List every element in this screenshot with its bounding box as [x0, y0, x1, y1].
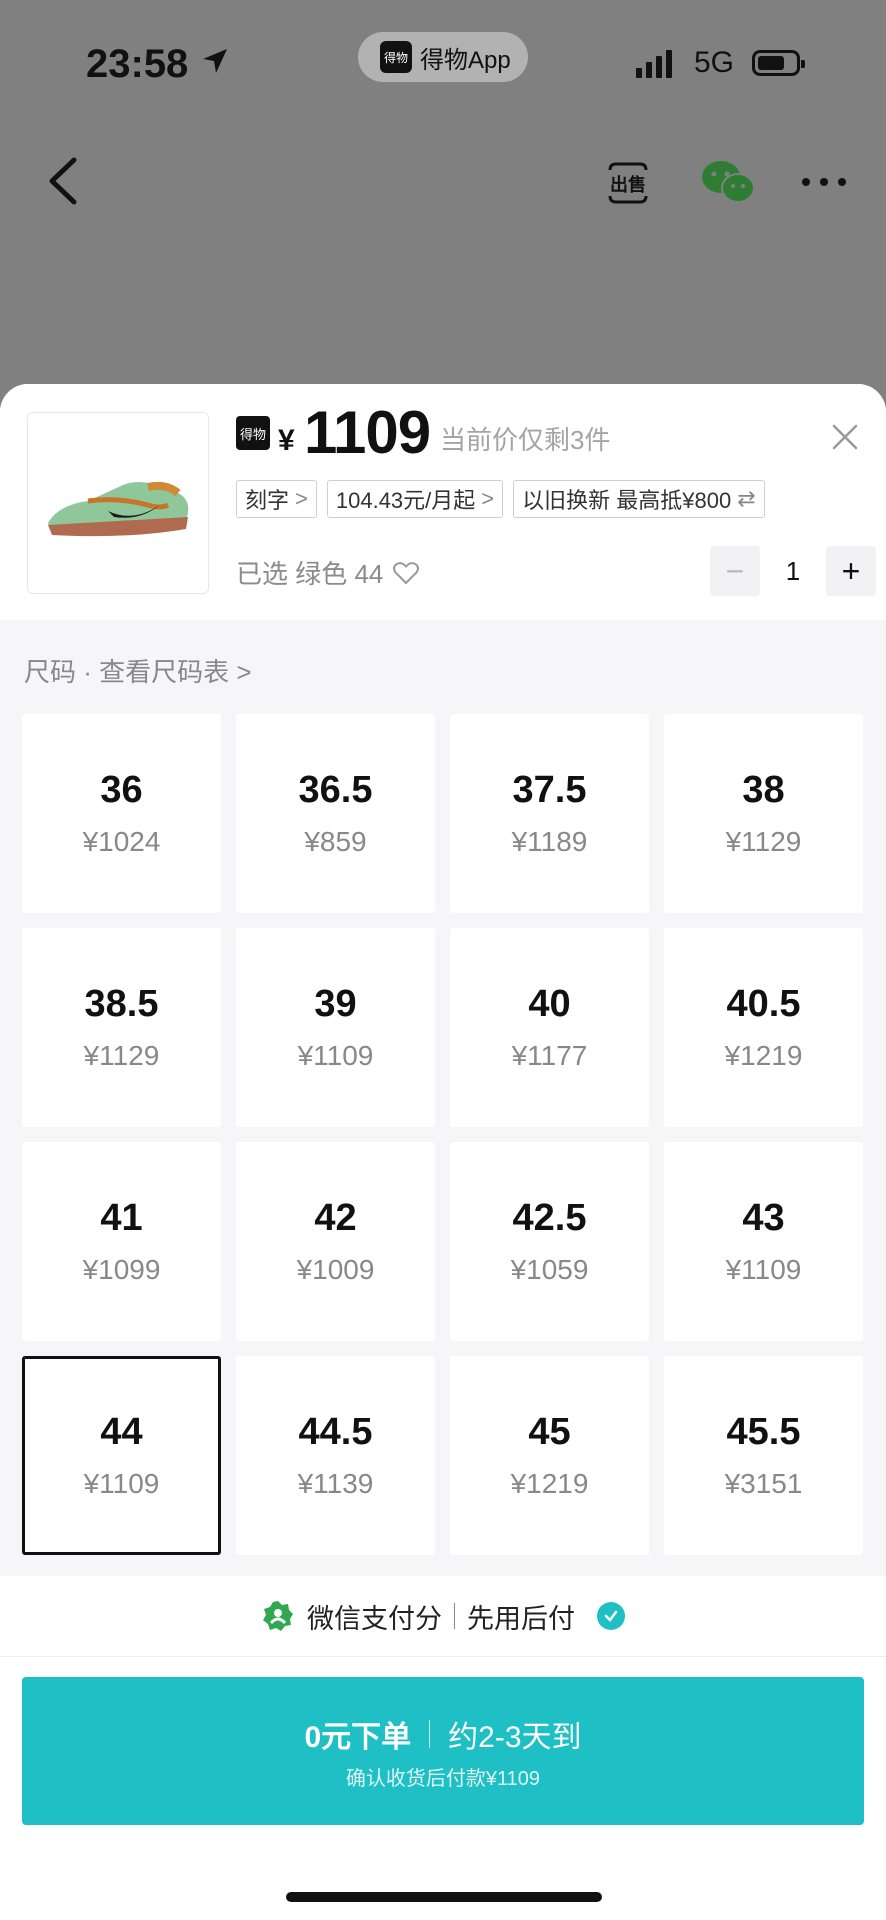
check-icon — [597, 1602, 625, 1630]
home-indicator[interactable] — [286, 1892, 602, 1902]
wechat-share-icon[interactable] — [700, 158, 756, 206]
signal-icon — [636, 50, 672, 78]
size-value: 37.5 — [512, 769, 587, 811]
selected-summary: 已选 绿色 44 — [236, 554, 420, 591]
brand-badge: 得物 — [236, 416, 270, 450]
sell-label: 出售 — [610, 174, 646, 195]
size-option[interactable]: 36.5 ¥859 — [236, 714, 435, 913]
size-option[interactable]: 39 ¥1109 — [236, 928, 435, 1127]
size-option[interactable]: 44 ¥1109 — [22, 1356, 221, 1555]
payment-label-secondary: 先用后付 — [467, 1603, 575, 1634]
service-chips: 刻字 > 104.43元/月起 > 以旧换新 最高抵¥800 ⇄ — [236, 480, 765, 518]
heart-icon[interactable] — [393, 561, 420, 585]
size-value: 44 — [100, 1411, 143, 1453]
size-price: ¥1189 — [511, 826, 588, 857]
order-main-label: 0元下单 — [304, 1720, 412, 1754]
size-selection-sheet: 得物 ¥ 1109 当前价仅剩3件 刻字 > 104.43元/月起 > 以旧换新 最… — [0, 384, 886, 1920]
size-option[interactable]: 43 ¥1109 — [664, 1142, 863, 1341]
divider — [454, 1603, 455, 1629]
size-value: 42.5 — [512, 1197, 587, 1239]
size-value: 39 — [314, 983, 357, 1025]
sell-icon[interactable]: 出售 — [604, 160, 652, 206]
size-option[interactable]: 38 ¥1129 — [664, 714, 863, 913]
size-option[interactable]: 45.5 ¥3151 — [664, 1356, 863, 1555]
delivery-eta: 约2-3天到 — [448, 1720, 582, 1754]
size-value: 38 — [742, 769, 785, 811]
size-value: 45.5 — [726, 1411, 801, 1453]
size-price: ¥1109 — [297, 1040, 374, 1071]
app-indicator-pill[interactable]: 得物 得物App — [358, 32, 528, 82]
size-price: ¥859 — [304, 826, 367, 857]
size-option[interactable]: 38.5 ¥1129 — [22, 928, 221, 1127]
size-value: 41 — [100, 1197, 143, 1239]
size-option[interactable]: 40 ¥1177 — [450, 928, 649, 1127]
size-option[interactable]: 44.5 ¥1139 — [236, 1356, 435, 1555]
size-price: ¥3151 — [724, 1468, 803, 1499]
payment-method-bar[interactable]: 微信支付分 先用后付 — [0, 1576, 886, 1656]
size-option[interactable]: 37.5 ¥1189 — [450, 714, 649, 913]
size-option[interactable]: 40.5 ¥1219 — [664, 928, 863, 1127]
size-price: ¥1219 — [724, 1040, 803, 1071]
quantity-value: 1 — [785, 555, 801, 586]
product-thumbnail[interactable] — [27, 412, 209, 594]
engraving-chip[interactable]: 刻字 > — [236, 480, 317, 518]
chevron-right-icon: > — [295, 486, 308, 511]
current-price: 1109 — [304, 399, 431, 466]
quantity-stepper: − 1 + — [710, 546, 876, 596]
size-price: ¥1059 — [510, 1254, 589, 1285]
status-bar: 23:58 得物 得物App 5G — [0, 0, 886, 120]
size-value: 36.5 — [298, 769, 373, 811]
size-value: 42 — [314, 1197, 357, 1239]
wechat-pay-score-icon — [263, 1601, 293, 1631]
stock-note: 当前价仅剩3件 — [440, 425, 611, 455]
chevron-right-icon: > — [481, 486, 495, 511]
size-price: ¥1139 — [297, 1468, 374, 1499]
decrease-button[interactable]: − — [710, 546, 760, 596]
size-price: ¥1009 — [296, 1254, 375, 1285]
bottom-action-area: 0元下单 约2-3天到 确认收货后付款¥1109 — [0, 1656, 886, 1920]
size-price: ¥1219 — [510, 1468, 589, 1499]
app-name: 得物App — [420, 46, 511, 74]
trade-in-chip[interactable]: 以旧换新 最高抵¥800 ⇄ — [513, 480, 765, 518]
size-value: 36 — [100, 769, 143, 811]
app-logo-icon: 得物 — [380, 41, 412, 73]
battery-icon — [752, 50, 805, 76]
size-option[interactable]: 36 ¥1024 — [22, 714, 221, 913]
product-header: 得物 ¥ 1109 当前价仅剩3件 刻字 > 104.43元/月起 > 以旧换新 最… — [0, 384, 886, 620]
size-price: ¥1177 — [511, 1040, 588, 1071]
size-value: 40.5 — [726, 983, 801, 1025]
network-type: 5G — [694, 46, 735, 79]
order-sub-label: 确认收货后付款¥1109 — [345, 1767, 541, 1790]
size-price: ¥1099 — [82, 1254, 161, 1285]
size-value: 40 — [528, 983, 571, 1025]
size-price: ¥1109 — [725, 1254, 802, 1285]
size-price: ¥1129 — [725, 826, 802, 857]
installment-chip[interactable]: 104.43元/月起 > — [326, 480, 504, 518]
size-value: 43 — [742, 1197, 785, 1239]
size-value: 38.5 — [84, 983, 159, 1025]
size-option[interactable]: 42.5 ¥1059 — [450, 1142, 649, 1341]
size-grid: 36 ¥1024 36.5 ¥859 37.5 ¥1189 38 ¥1129 38.5 ¥1129… — [22, 714, 864, 1555]
close-icon[interactable] — [828, 420, 862, 454]
size-option[interactable]: 42 ¥1009 — [236, 1142, 435, 1341]
swap-icon: ⇄ — [737, 486, 756, 511]
divider — [429, 1719, 431, 1748]
back-chevron-icon[interactable] — [44, 156, 84, 206]
size-chart-link[interactable]: 尺码 · 查看尺码表 > — [24, 652, 252, 689]
order-button[interactable]: 0元下单 约2-3天到 确认收货后付款¥1109 — [22, 1677, 864, 1825]
currency-symbol: ¥ — [278, 424, 295, 457]
location-arrow-icon — [203, 49, 227, 73]
size-option[interactable]: 41 ¥1099 — [22, 1142, 221, 1341]
payment-label: 微信支付分 — [307, 1603, 442, 1634]
status-time: 23:58 — [86, 42, 189, 86]
size-price: ¥1129 — [83, 1040, 160, 1071]
selected-text: 已选 绿色 44 — [236, 559, 384, 589]
size-value: 45 — [528, 1411, 571, 1453]
size-option[interactable]: 45 ¥1219 — [450, 1356, 649, 1555]
more-icon[interactable] — [800, 170, 848, 194]
size-price: ¥1024 — [82, 826, 161, 857]
size-value: 44.5 — [298, 1411, 373, 1453]
size-price: ¥1109 — [83, 1468, 160, 1499]
increase-button[interactable]: + — [826, 546, 876, 596]
